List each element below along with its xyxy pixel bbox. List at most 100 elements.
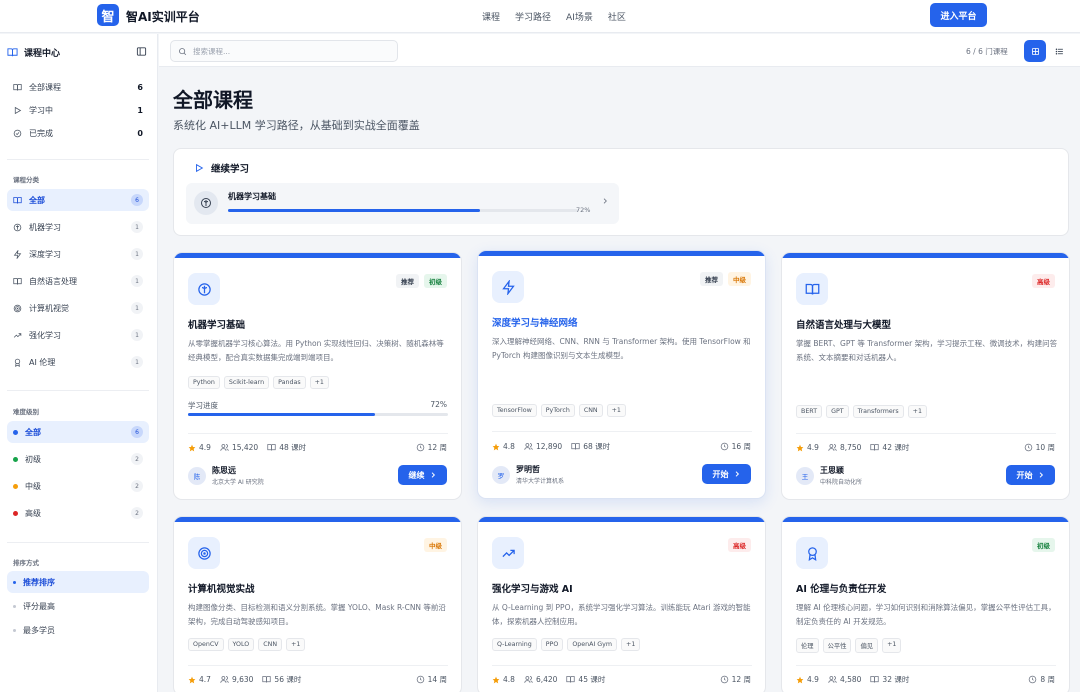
star-icon (796, 444, 804, 451)
divider (492, 431, 752, 432)
list-view-button[interactable] (1048, 40, 1070, 62)
start-button[interactable]: 开始 (1006, 465, 1055, 485)
sidebar-collapse-icon[interactable] (136, 46, 147, 57)
sidebar-item-count: 2 (131, 507, 143, 519)
enter-platform-button[interactable]: 进入平台 (930, 3, 987, 27)
book-icon (13, 196, 22, 205)
students: 8,750 (828, 443, 861, 452)
nav-link-courses[interactable]: 课程 (482, 10, 500, 23)
sidebar-item-label: 深度学习 (29, 249, 61, 259)
sidebar-item-learning[interactable]: 学习中 1 (7, 99, 149, 121)
course-card-ml[interactable]: 推荐 初级 机器学习基础 从零掌握机器学习核心算法。用 Python 实现线性回… (173, 252, 462, 500)
students-value: 15,420 (231, 443, 259, 452)
rating: 4.7 (188, 675, 211, 684)
users-icon (220, 444, 229, 451)
search-input[interactable] (193, 46, 383, 56)
sidebar-item-completed[interactable]: 已完成 0 (7, 122, 149, 144)
sidebar-item-count: 0 (137, 128, 143, 138)
book-icon (870, 676, 880, 683)
sort-item-students[interactable]: 最多学员 (7, 619, 149, 641)
recommended-badge: 推荐 (700, 272, 723, 286)
lessons-value: 42 课时 (882, 443, 910, 452)
continue-course-name: 机器学习基础 (228, 192, 276, 201)
book-icon (267, 444, 276, 451)
course-title[interactable]: 机器学习基础 (188, 317, 245, 331)
sidebar-item-count: 2 (131, 480, 143, 492)
users-icon (524, 676, 533, 683)
tag: 公平性 (822, 638, 852, 653)
tag: +1 (621, 638, 641, 651)
course-title[interactable]: AI 伦理与负责任开发 (796, 581, 886, 595)
chevron-right-icon (735, 471, 739, 477)
logo[interactable]: 智 (97, 4, 119, 26)
course-card-rl[interactable]: 高级 强化学习与游戏 AI 从 Q-Learning 到 PPO，系统学习强化学… (477, 516, 766, 692)
sidebar-item-label: 中级 (25, 481, 41, 491)
sort-item-label: 评分最高 (23, 601, 55, 611)
lessons: 32 课时 (870, 674, 909, 685)
brain-icon (13, 223, 22, 232)
continue-course-item[interactable]: 机器学习基础 72% (186, 183, 619, 224)
course-card-ethics[interactable]: 初级 AI 伦理与负责任开发 理解 AI 伦理核心问题，学习如何识别和消除算法偏… (781, 516, 1070, 692)
category-heading: 课程分类 (13, 176, 39, 184)
course-title[interactable]: 强化学习与游戏 AI (492, 581, 573, 595)
course-card-dl[interactable]: 推荐 中级 深度学习与神经网络 深入理解神经网络、CNN、RNN 与 Trans… (477, 250, 766, 499)
sidebar-item-deep-learning[interactable]: 深度学习 1 (7, 243, 149, 265)
check-circle-icon (13, 129, 22, 138)
clock-icon (720, 442, 728, 451)
clock-icon (1024, 443, 1032, 452)
lessons-value: 68 课时 (583, 442, 611, 451)
sidebar-item-nlp[interactable]: 自然语言处理 1 (7, 270, 149, 292)
sidebar-item-label: 学习中 (29, 105, 53, 115)
sidebar-item-all-courses[interactable]: 全部课程 6 (7, 76, 149, 98)
sidebar-item-difficulty-beginner[interactable]: 初级 2 (7, 448, 149, 470)
course-tags: TensorFlow PyTorch CNN +1 (492, 404, 626, 417)
progress-fill (188, 413, 376, 416)
tag: YOLO (227, 638, 255, 651)
continue-progress-text: 72% (576, 206, 591, 214)
course-description: 从 Q-Learning 到 PPO，系统学习强化学习算法。训练能玩 Atari… (492, 603, 751, 626)
lessons: 48 课时 (267, 442, 306, 453)
sidebar-item-ai-ethics[interactable]: AI 伦理 1 (7, 351, 149, 373)
sidebar-item-difficulty-all[interactable]: 全部 6 (7, 421, 149, 443)
card-accent-bar (478, 517, 765, 522)
page-subtitle: 系统化 AI+LLM 学习路径，从基础到实战全面覆盖 (173, 119, 420, 132)
course-description: 深入理解神经网络、CNN、RNN 与 Transformer 架构。使用 Ten… (492, 337, 751, 360)
star-icon (492, 443, 500, 450)
sidebar-item-label: AI 伦理 (29, 357, 56, 367)
sort-item-rating[interactable]: 评分最高 (7, 595, 149, 617)
continue-learning-panel: 继续学习 机器学习基础 72% (173, 148, 1069, 236)
course-title[interactable]: 计算机视觉实战 (188, 581, 255, 595)
sidebar-item-reinforcement[interactable]: 强化学习 1 (7, 324, 149, 346)
lessons: 42 课时 (870, 442, 909, 453)
lightning-icon (492, 271, 524, 303)
nav-link-paths[interactable]: 学习路径 (515, 10, 551, 23)
grid-view-button[interactable] (1024, 40, 1046, 62)
course-stats: 4.8 6,420 45 课时 (492, 674, 614, 685)
course-card-cv[interactable]: 中级 计算机视觉实战 构建图像分类、目标检测和语义分割系统。掌握 YOLO、Ma… (173, 516, 462, 692)
course-title[interactable]: 深度学习与神经网络 (492, 315, 578, 329)
button-label: 开始 (712, 469, 729, 479)
nav-link-ai-scenes[interactable]: AI场景 (566, 10, 593, 23)
sidebar-item-difficulty-intermediate[interactable]: 中级 2 (7, 475, 149, 497)
brand-name[interactable]: 智AI实训平台 (126, 8, 200, 25)
card-accent-bar (174, 253, 461, 258)
start-button[interactable]: 开始 (702, 464, 751, 484)
sidebar-item-computer-vision[interactable]: 计算机视觉 1 (7, 297, 149, 319)
course-tags: OpenCV YOLO CNN +1 (188, 638, 306, 651)
instructor: 罗 罗明哲 清华大学计算机系 (492, 464, 564, 485)
sidebar-item-category-all[interactable]: 全部 6 (7, 189, 149, 211)
tag: 伦理 (796, 638, 819, 653)
course-progress-bar (188, 413, 448, 416)
book-icon (566, 676, 576, 683)
level-badge: 中级 (728, 272, 751, 286)
sidebar-item-difficulty-advanced[interactable]: 高级 2 (7, 502, 149, 524)
students: 9,630 (220, 675, 253, 684)
card-accent-bar (174, 517, 461, 522)
sidebar-item-machine-learning[interactable]: 机器学习 1 (7, 216, 149, 238)
course-card-nlp[interactable]: 高级 自然语言处理与大模型 掌握 BERT、GPT 等 Transformer … (781, 252, 1070, 500)
nav-link-community[interactable]: 社区 (608, 10, 626, 23)
continue-button[interactable]: 继续 (398, 465, 447, 485)
sort-item-recommended[interactable]: 推荐排序 (7, 571, 149, 593)
instructor: 陈 陈思远 北京大学 AI 研究院 (188, 465, 264, 486)
course-title[interactable]: 自然语言处理与大模型 (796, 317, 891, 331)
